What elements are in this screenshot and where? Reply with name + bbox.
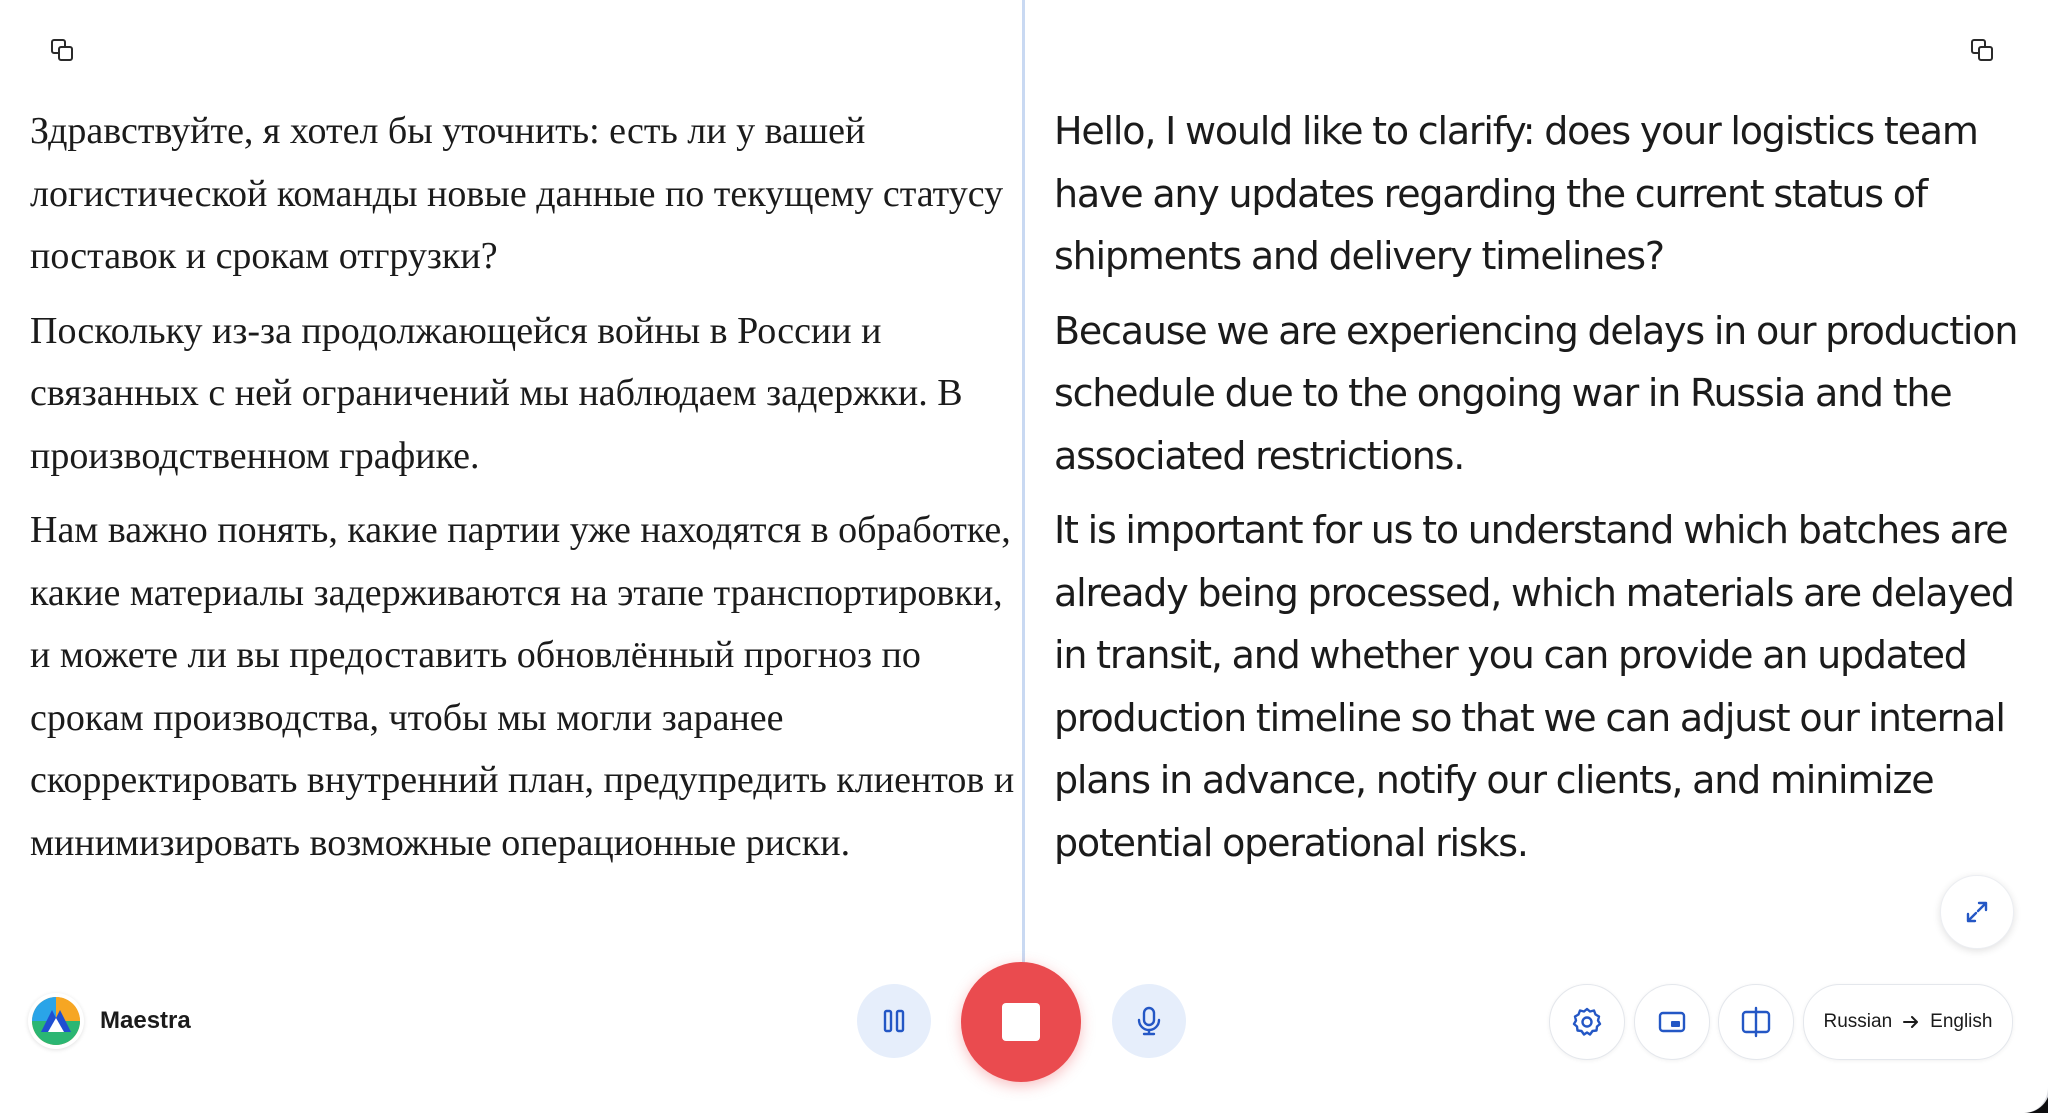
picture-in-picture-icon (1658, 1011, 1686, 1033)
source-language: Russian (1823, 1011, 1893, 1032)
picture-in-picture-button[interactable] (1634, 984, 1710, 1060)
pause-icon (883, 1009, 905, 1033)
pause-button[interactable] (857, 984, 931, 1058)
source-paragraph: Поскольку из-за продолжающейся войны в Р… (30, 309, 963, 477)
stop-icon (1002, 1003, 1040, 1041)
language-pair-button[interactable]: Russian English (1803, 984, 2013, 1060)
copy-source-button[interactable] (42, 30, 82, 70)
source-paragraph: Здравствуйте, я хотел бы уточнить: есть … (30, 110, 1004, 277)
microphone-icon (1137, 1006, 1161, 1036)
translation-text-pane: Hello, I would like to clarify: does you… (1054, 100, 2034, 886)
arrow-right-icon (1903, 1016, 1919, 1028)
expand-icon (1966, 901, 1988, 923)
brand: Maestra (28, 993, 191, 1049)
source-paragraph: Нам важно понять, какие партии уже наход… (30, 509, 1015, 864)
pane-divider (1022, 0, 1025, 975)
translation-paragraph: It is important for us to understand whi… (1054, 508, 2015, 865)
copy-icon (51, 39, 73, 61)
split-view-button[interactable] (1718, 984, 1794, 1060)
source-text-pane: Здравствуйте, я хотел бы уточнить: есть … (30, 100, 1015, 886)
stop-button[interactable] (961, 962, 1081, 1082)
settings-button[interactable] (1549, 984, 1625, 1060)
maestra-logo (28, 993, 84, 1049)
target-language: English (1930, 1011, 1993, 1032)
translation-paragraph: Hello, I would like to clarify: does you… (1054, 109, 1979, 278)
copy-icon (1971, 39, 1993, 61)
translation-paragraph: Because we are experiencing delays in ou… (1054, 308, 2018, 478)
copy-translation-button[interactable] (1962, 30, 2002, 70)
expand-button[interactable] (1940, 875, 2014, 949)
translator-window: Здравствуйте, я хотел бы уточнить: есть … (0, 0, 2048, 1113)
microphone-button[interactable] (1112, 984, 1186, 1058)
gear-icon (1572, 1007, 1602, 1036)
split-view-icon (1741, 1006, 1771, 1038)
brand-name: Maestra (100, 1007, 191, 1034)
